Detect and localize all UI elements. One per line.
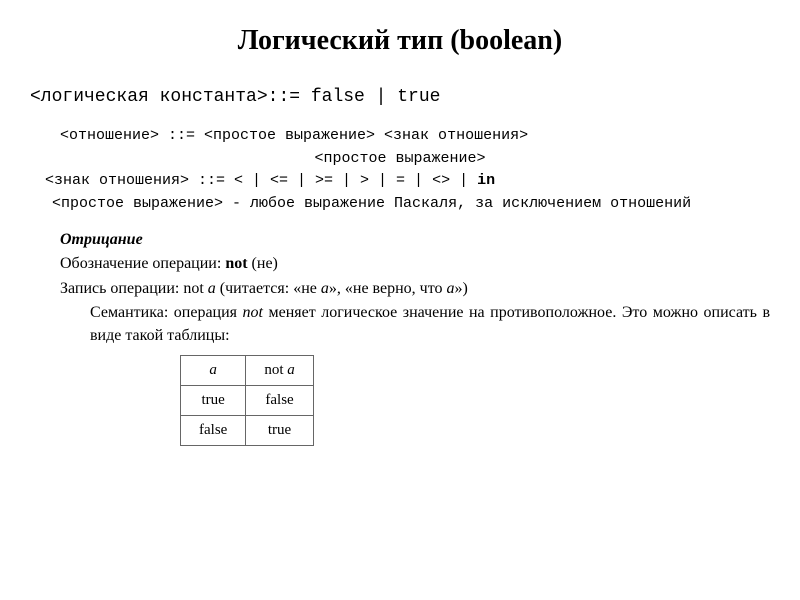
grammar-simple-expr: <простое выражение> - любое выражение Па…: [30, 193, 770, 216]
grammar-relation-cont: <простое выражение>: [30, 148, 770, 171]
not-keyword: not: [243, 304, 263, 321]
var-a: a: [208, 280, 216, 297]
table-cell: true: [181, 385, 246, 415]
truth-table: a not a true false false true: [180, 355, 314, 446]
grammar-relop-ops: <знак отношения> ::= < | <= | >= | > | =…: [45, 172, 477, 189]
text: Запись операции: not: [60, 280, 208, 297]
var-a: a: [287, 362, 295, 378]
table-header-nota: not a: [246, 355, 313, 385]
text: »): [455, 280, 468, 297]
grammar-relop: <знак отношения> ::= < | <= | >= | > | =…: [30, 170, 770, 193]
text: (не): [248, 255, 278, 272]
negation-semantics: Семантика: операция not меняет логическо…: [60, 302, 770, 347]
table-cell: false: [181, 415, 246, 445]
text: Обозначение операции:: [60, 255, 225, 272]
table-cell: false: [246, 385, 313, 415]
text: not: [264, 362, 287, 378]
grammar-block: <отношение> ::= <простое выражение> <зна…: [30, 125, 770, 215]
negation-heading: Отрицание: [60, 229, 770, 251]
table-header-a: a: [181, 355, 246, 385]
page-title: Логический тип (boolean): [30, 25, 770, 57]
table-row: false true: [181, 415, 314, 445]
table-row: true false: [181, 385, 314, 415]
table-cell: true: [246, 415, 313, 445]
text: », «не верно, что: [329, 280, 447, 297]
grammar-relation: <отношение> ::= <простое выражение> <зна…: [30, 125, 770, 148]
table-row: a not a: [181, 355, 314, 385]
negation-section: Отрицание Обозначение операции: not (не)…: [30, 229, 770, 347]
not-keyword: not: [225, 255, 247, 272]
logical-constant-def: <логическая константа>::= false | true: [30, 87, 770, 107]
negation-notation: Обозначение операции: not (не): [60, 253, 770, 275]
text: Семантика: операция: [90, 304, 243, 321]
text: (читается: «не: [216, 280, 321, 297]
grammar-relop-in: in: [477, 172, 495, 189]
var-a: a: [447, 280, 455, 297]
var-a: a: [321, 280, 329, 297]
negation-usage: Запись операции: not a (читается: «не a»…: [60, 278, 770, 300]
